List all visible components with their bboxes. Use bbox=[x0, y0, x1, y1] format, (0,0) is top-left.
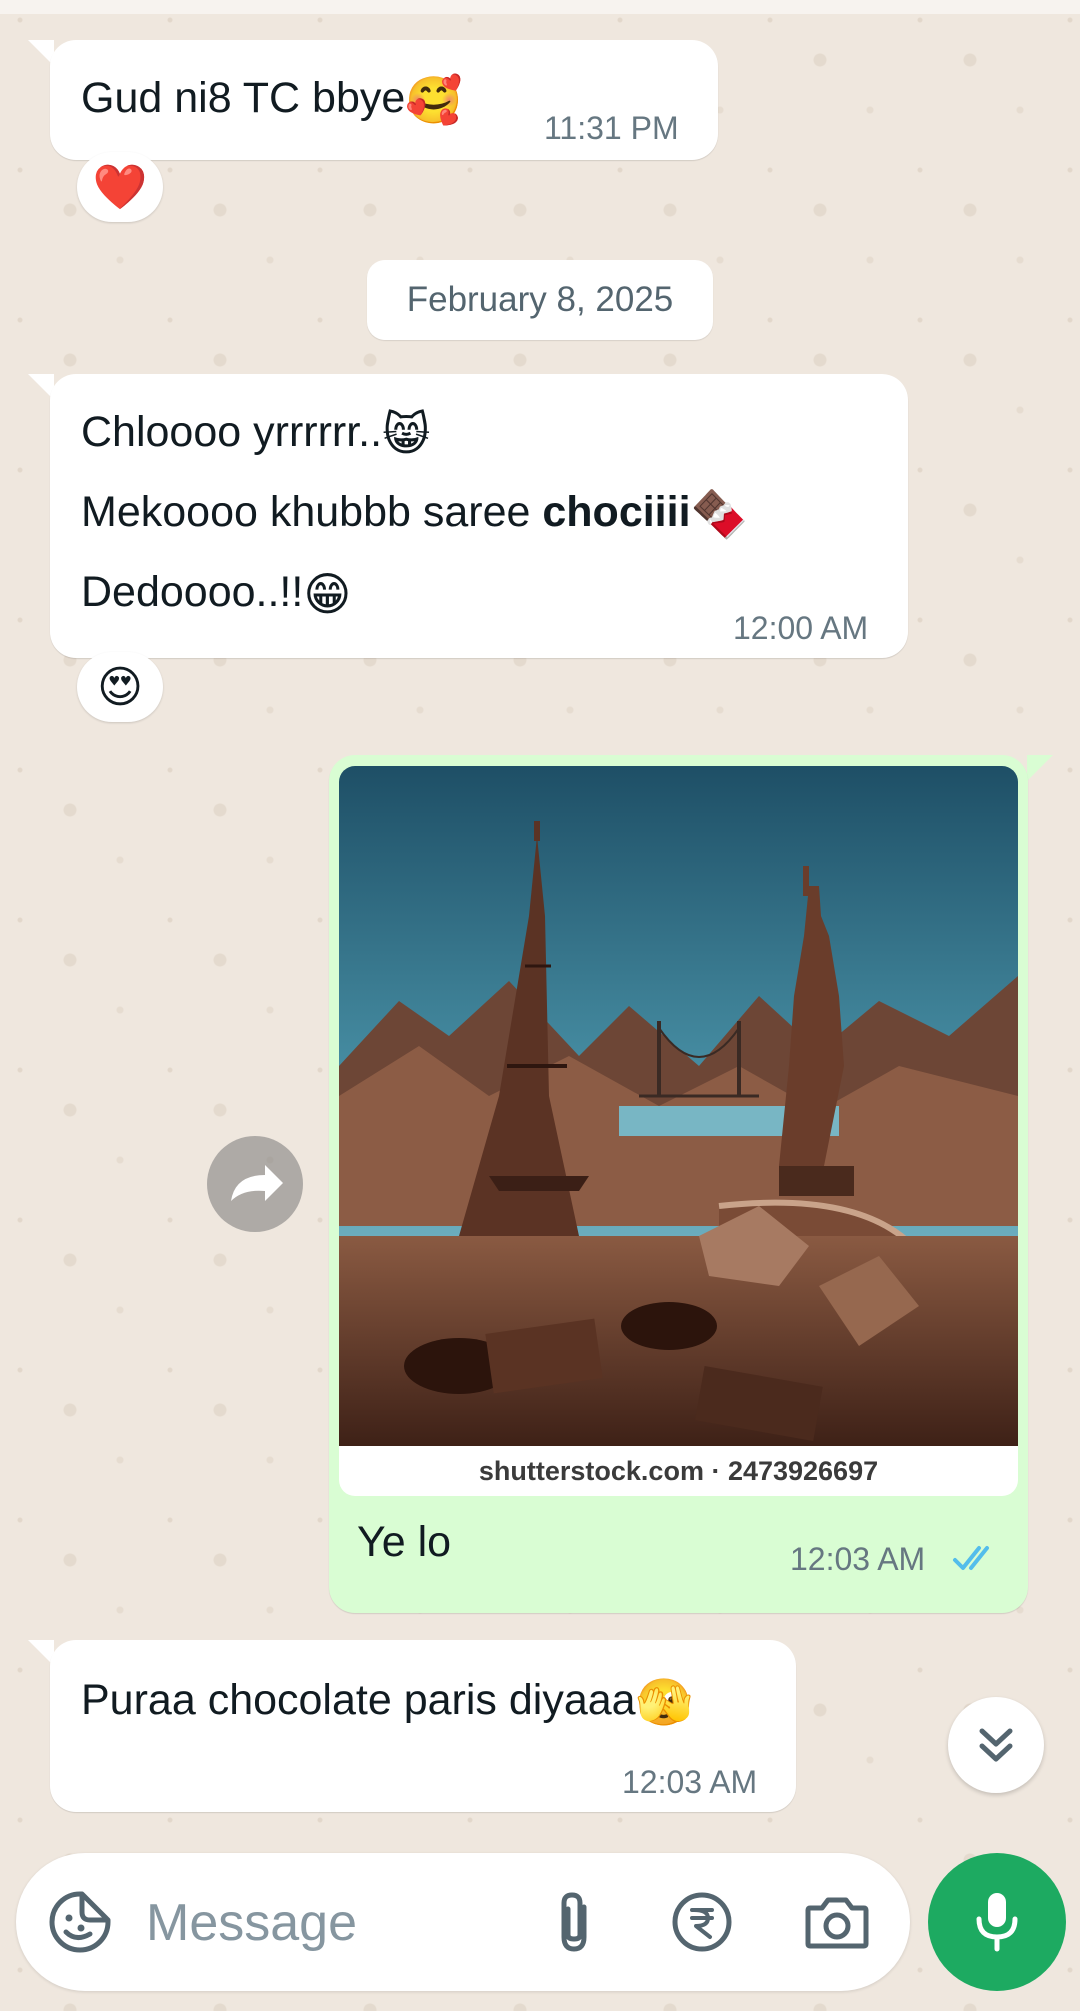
scroll-to-bottom-button[interactable] bbox=[948, 1697, 1044, 1793]
shared-image[interactable] bbox=[339, 766, 1018, 1446]
bubble-tail bbox=[1027, 755, 1053, 781]
message-line: Dedoooo..!!😁 bbox=[81, 568, 352, 620]
grinning-cat-emoji: 😸 bbox=[382, 408, 431, 460]
mic-icon bbox=[973, 1891, 1021, 1953]
message-composer[interactable]: Message bbox=[16, 1853, 910, 1991]
chocolate-bar-emoji: 🍫 bbox=[690, 488, 748, 540]
message-time: 11:31 PM bbox=[544, 110, 679, 146]
voice-message-button[interactable] bbox=[928, 1853, 1066, 1991]
beaming-face-emoji: 😁 bbox=[303, 568, 352, 620]
double-check-icon bbox=[952, 1538, 1002, 1578]
reaction-badge[interactable]: ❤️ bbox=[77, 152, 163, 222]
message-time: 12:03 AM bbox=[790, 1541, 926, 1577]
image-caption: Ye lo bbox=[357, 1518, 452, 1566]
message-line: Mekoooo khubbb saree chociiii🍫 bbox=[81, 488, 748, 540]
chevron-double-down-icon bbox=[974, 1723, 1018, 1767]
rupee-payment-icon[interactable] bbox=[666, 1886, 738, 1958]
top-edge bbox=[0, 0, 1080, 14]
camera-icon[interactable] bbox=[801, 1886, 873, 1958]
bold-text: chociiii bbox=[542, 488, 691, 536]
message-time: 12:00 AM bbox=[733, 610, 869, 646]
message-time: 12:03 AM bbox=[622, 1764, 758, 1800]
forward-button[interactable] bbox=[207, 1136, 303, 1232]
message-text: Gud ni8 TC bbye🥰 bbox=[81, 74, 463, 126]
face-peeking-emoji: 🫣 bbox=[635, 1676, 693, 1728]
sticker-icon[interactable] bbox=[44, 1886, 116, 1958]
attach-icon[interactable] bbox=[538, 1886, 610, 1958]
message-line: Chloooo yrrrrrr..😸 bbox=[81, 408, 431, 460]
message-input[interactable]: Message bbox=[146, 1893, 357, 1953]
image-watermark: shutterstock.com · 2473926697 bbox=[339, 1446, 1018, 1496]
date-separator: February 8, 2025 bbox=[367, 260, 713, 340]
smiling-hearts-emoji: 🥰 bbox=[405, 74, 463, 126]
forward-icon bbox=[225, 1161, 285, 1207]
message-bubble-incoming[interactable]: Gud ni8 TC bbye🥰 11:31 PM bbox=[50, 40, 718, 160]
message-bubble-incoming[interactable]: Puraa chocolate paris diyaaa🫣 12:03 AM bbox=[50, 1640, 796, 1812]
message-bubble-incoming[interactable]: Chloooo yrrrrrr..😸 Mekoooo khubbb saree … bbox=[50, 374, 908, 658]
message-text: Puraa chocolate paris diyaaa🫣 bbox=[81, 1676, 693, 1728]
reaction-badge[interactable]: 😍 bbox=[77, 652, 163, 722]
